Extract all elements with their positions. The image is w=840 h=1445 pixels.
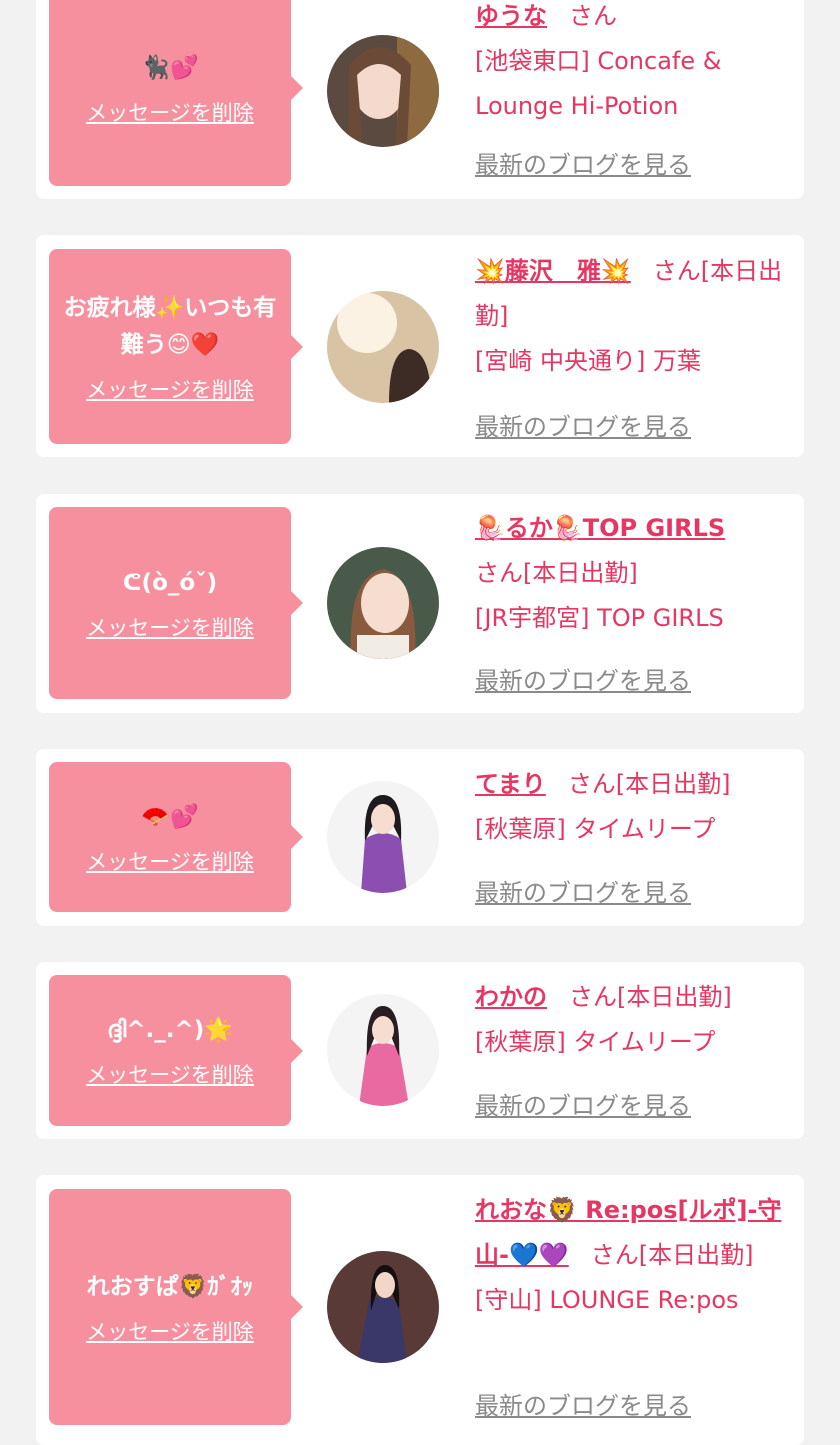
message-card: ᕦ(ò_óˇ) メッセージを削除 🪼るか🪼TOP GIRLS さん[本日出勤] … bbox=[36, 494, 804, 713]
avatar-image bbox=[327, 1251, 439, 1363]
message-card: れおすぱ🦁ｶﾞｵｯ メッセージを削除 れおな🦁 Re:pos[ルポ]-守山-💙💜… bbox=[36, 1175, 804, 1445]
cast-name-link[interactable]: わかの bbox=[475, 983, 547, 1011]
message-card: 🪭💕 メッセージを削除 てまり さん[本日出勤] [秋葉原] タイムリープ 最新の… bbox=[36, 749, 804, 926]
cast-info: てまり さん[本日出勤] [秋葉原] タイムリープ bbox=[475, 762, 793, 852]
avatar[interactable] bbox=[327, 1251, 439, 1363]
avatar-image bbox=[327, 291, 439, 403]
latest-blog-link[interactable]: 最新のブログを見る bbox=[475, 1086, 691, 1121]
latest-blog-link[interactable]: 最新のブログを見る bbox=[475, 407, 691, 442]
cast-info: れおな🦁 Re:pos[ルポ]-守山-💙💜 さん[本日出勤] [守山] LOUNG… bbox=[475, 1188, 793, 1323]
message-bubble: 🐈‍⬛💕 メッセージを削除 bbox=[49, 0, 303, 186]
message-text: 🐈‍⬛💕 bbox=[141, 54, 199, 81]
avatar[interactable] bbox=[327, 994, 439, 1106]
delete-message-link[interactable]: メッセージを削除 bbox=[86, 1316, 254, 1346]
delete-message-link[interactable]: メッセージを削除 bbox=[86, 374, 254, 404]
cast-info: 🪼るか🪼TOP GIRLS さん[本日出勤] [JR宇都宮] TOP GIRLS bbox=[475, 506, 793, 641]
shop-name: [JR宇都宮] TOP GIRLS bbox=[475, 604, 724, 632]
latest-blog-link[interactable]: 最新のブログを見る bbox=[475, 661, 691, 696]
cast-name-link[interactable]: ゆうな bbox=[475, 2, 547, 30]
shop-name: [宮崎 中央通り] 万葉 bbox=[475, 347, 701, 375]
cast-info: ゆうな さん [池袋東口] Concafe & Lounge Hi-Potion bbox=[475, 0, 793, 129]
message-card: 🐈‍⬛💕 メッセージを削除 ゆうな さん [池袋東口] Concafe & Lou… bbox=[36, 0, 804, 199]
avatar-image bbox=[327, 994, 439, 1106]
message-text: 🪭💕 bbox=[141, 803, 199, 830]
avatar-image bbox=[327, 35, 439, 147]
latest-blog-link[interactable]: 最新のブログを見る bbox=[475, 873, 691, 908]
message-bubble: れおすぱ🦁ｶﾞｵｯ メッセージを削除 bbox=[49, 1189, 303, 1425]
cast-name-link[interactable]: てまり bbox=[475, 770, 546, 798]
message-bubble: ᕦ(ò_óˇ) メッセージを削除 bbox=[49, 507, 303, 699]
delete-message-link[interactable]: メッセージを削除 bbox=[86, 1059, 254, 1089]
cast-info: 💥藤沢 雅💥 さん[本日出勤] [宮崎 中央通り] 万葉 bbox=[475, 249, 793, 384]
shop-name: [秋葉原] タイムリープ bbox=[475, 815, 716, 843]
avatar-image bbox=[327, 547, 439, 659]
honorific: さん[本日出勤] bbox=[475, 559, 638, 587]
honorific: さん[本日出勤] bbox=[567, 770, 731, 798]
message-text: ദ്ദി^._.^)🌟 bbox=[107, 1017, 233, 1043]
message-bubble: ദ്ദി^._.^)🌟 メッセージを削除 bbox=[49, 975, 303, 1126]
cast-name-link[interactable]: 🪼るか🪼TOP GIRLS bbox=[475, 514, 725, 542]
delete-message-link[interactable]: メッセージを削除 bbox=[86, 612, 254, 642]
avatar[interactable] bbox=[327, 291, 439, 403]
avatar[interactable] bbox=[327, 35, 439, 147]
message-bubble: 🪭💕 メッセージを削除 bbox=[49, 762, 303, 912]
shop-name: [池袋東口] Concafe & Lounge Hi-Potion bbox=[475, 47, 722, 120]
honorific: さん[本日出勤] bbox=[569, 983, 732, 1011]
latest-blog-link[interactable]: 最新のブログを見る bbox=[475, 145, 691, 180]
avatar[interactable] bbox=[327, 781, 439, 893]
message-bubble: お疲れ様✨いつも有難う😊❤️ メッセージを削除 bbox=[49, 249, 303, 444]
message-card: ദ്ദി^._.^)🌟 メッセージを削除 わかの さん[本日出勤] [秋葉原] タ… bbox=[36, 962, 804, 1139]
latest-blog-link[interactable]: 最新のブログを見る bbox=[475, 1386, 691, 1421]
cast-info: わかの さん[本日出勤] [秋葉原] タイムリープ bbox=[475, 975, 793, 1065]
avatar[interactable] bbox=[327, 547, 439, 659]
message-card: お疲れ様✨いつも有難う😊❤️ メッセージを削除 💥藤沢 雅💥 さん[本日出勤] [… bbox=[36, 235, 804, 457]
honorific: さん[本日出勤] bbox=[590, 1241, 754, 1269]
cast-name-link[interactable]: 💥藤沢 雅💥 bbox=[475, 257, 631, 285]
avatar-image bbox=[327, 781, 439, 893]
honorific: さん bbox=[569, 2, 617, 30]
shop-name: [守山] LOUNGE Re:pos bbox=[475, 1286, 739, 1314]
message-text: れおすぱ🦁ｶﾞｵｯ bbox=[86, 1273, 254, 1300]
message-text: ᕦ(ò_óˇ) bbox=[122, 569, 218, 596]
delete-message-link[interactable]: メッセージを削除 bbox=[86, 846, 254, 876]
shop-name: [秋葉原] タイムリープ bbox=[475, 1028, 716, 1056]
message-text: お疲れ様✨いつも有難う😊❤️ bbox=[63, 294, 277, 358]
delete-message-link[interactable]: メッセージを削除 bbox=[86, 97, 254, 127]
